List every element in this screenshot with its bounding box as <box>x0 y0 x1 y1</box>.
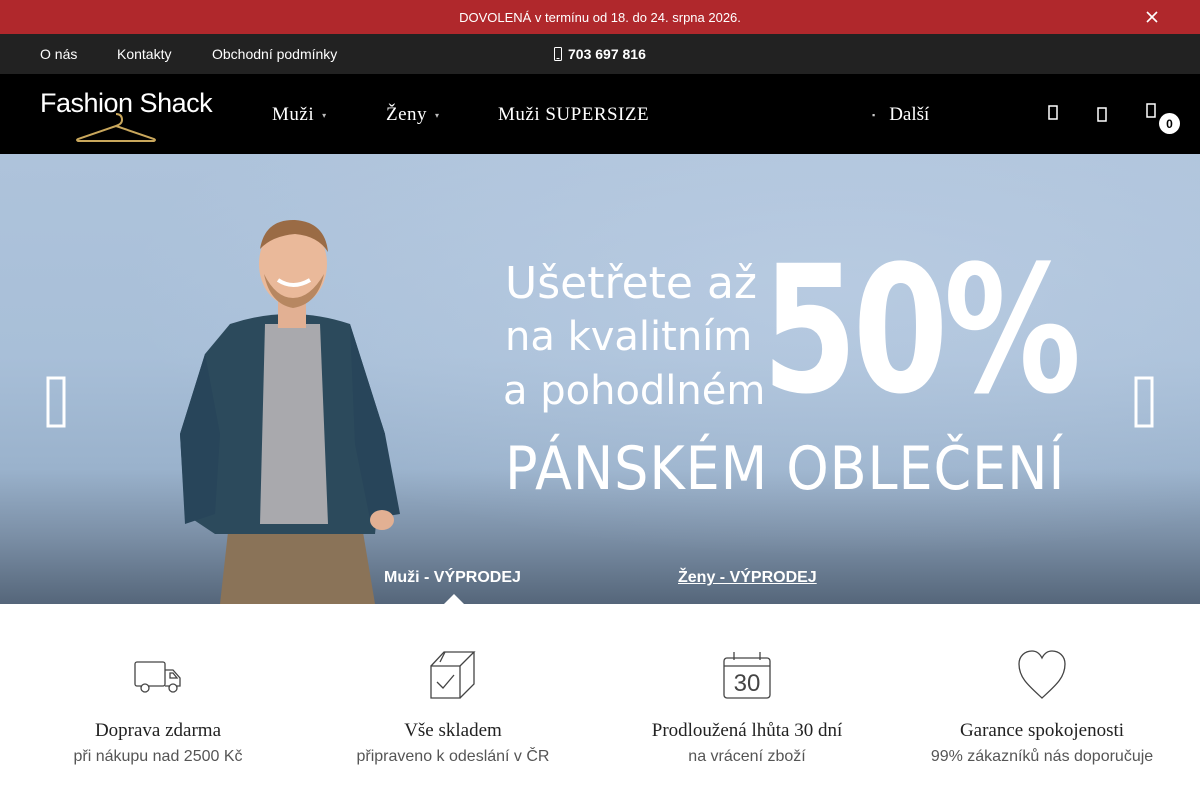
chevron-right-icon[interactable] <box>1132 372 1162 432</box>
chevron-left-icon[interactable] <box>44 372 74 432</box>
feature-subtitle: při nákupu nad 2500 Kč <box>73 748 243 765</box>
caret-down-icon: ▾ <box>435 110 440 120</box>
slide-tab-men-sale[interactable]: Muži - VÝPRODEJ <box>384 569 521 587</box>
feature-subtitle: na vrácení zboží <box>688 748 806 765</box>
nav-men-supersize[interactable]: Muži SUPERSIZE <box>498 104 649 126</box>
main-header: Fashion Shack Muži ▾ Ženy ▾ Muži SUPERSI… <box>0 74 1200 154</box>
feature-title: Vše skladem <box>404 720 502 741</box>
feature-title: Doprava zdarma <box>94 720 222 741</box>
link-terms[interactable]: Obchodní podmínky <box>212 46 337 62</box>
feature-subtitle: připraveno k odeslání v ČR <box>356 748 550 765</box>
more-icon: ▪ <box>872 110 876 120</box>
slide-tab-women-sale[interactable]: Ženy - VÝPRODEJ <box>678 569 817 587</box>
user-icon[interactable] <box>1095 104 1115 126</box>
announcement-text: DOVOLENÁ v termínu od 18. do 24. srpna 2… <box>459 9 741 25</box>
hero-banner: Ušetřete až na kvalitním a pohodlném 50%… <box>0 154 1200 604</box>
phone-contact[interactable]: 703 697 816 <box>554 46 646 62</box>
nav-women-label: Ženy <box>386 104 428 125</box>
nav-men-label: Muži <box>272 104 315 125</box>
nav-more[interactable]: ▪ Další <box>872 104 929 126</box>
hero-headline-4: PÁNSKÉM OBLEČENÍ <box>505 434 1066 504</box>
logo[interactable]: Fashion Shack <box>40 88 232 142</box>
hero-discount: 50% <box>762 228 1081 433</box>
heart-icon <box>1018 650 1066 699</box>
feature-title: Garance spokojenosti <box>959 720 1125 741</box>
hero-headline-2: na kvalitním <box>505 314 753 360</box>
nav-more-label: Další <box>889 104 930 125</box>
cart-count-badge: 0 <box>1159 113 1180 134</box>
announcement-bar: DOVOLENÁ v termínu od 18. do 24. srpna 2… <box>0 0 1200 34</box>
feature-free-shipping: Doprava zdarma při nákupu nad 2500 Kč <box>11 646 305 766</box>
feature-subtitle: 99% zákazníků nás doporučuje <box>930 748 1154 765</box>
search-icon[interactable] <box>1046 104 1066 126</box>
feature-return-period: 30 Prodloužená lhůta 30 dní na vrácení z… <box>600 646 894 766</box>
hanger-icon <box>76 113 156 142</box>
hero-headline-3: a pohodlném <box>503 368 766 414</box>
feature-title: Prodloužená lhůta 30 dní <box>651 720 843 741</box>
top-info-bar: O nás Kontakty Obchodní podmínky 703 697… <box>0 34 1200 74</box>
link-about[interactable]: O nás <box>40 46 77 62</box>
nav-women[interactable]: Ženy ▾ <box>386 104 440 126</box>
caret-down-icon: ▾ <box>322 110 327 120</box>
model-image <box>180 219 400 604</box>
truck-icon <box>134 661 181 693</box>
feature-satisfaction: Garance spokojenosti 99% zákazníků nás d… <box>895 646 1189 766</box>
hero-headline-1: Ušetřete až <box>505 258 758 309</box>
feature-in-stock: Vše skladem připraveno k odeslání v ČR <box>306 646 600 766</box>
box-check-icon <box>430 651 476 699</box>
active-tab-indicator <box>444 594 464 604</box>
nav-men[interactable]: Muži ▾ <box>272 104 327 126</box>
svg-text:30: 30 <box>734 670 761 697</box>
phone-number: 703 697 816 <box>568 46 646 62</box>
phone-icon <box>554 47 562 61</box>
nav-men-supersize-label: Muži SUPERSIZE <box>498 104 650 125</box>
close-icon[interactable] <box>1144 9 1160 25</box>
link-contacts[interactable]: Kontakty <box>117 46 171 62</box>
calendar-30-icon: 30 <box>723 652 771 699</box>
